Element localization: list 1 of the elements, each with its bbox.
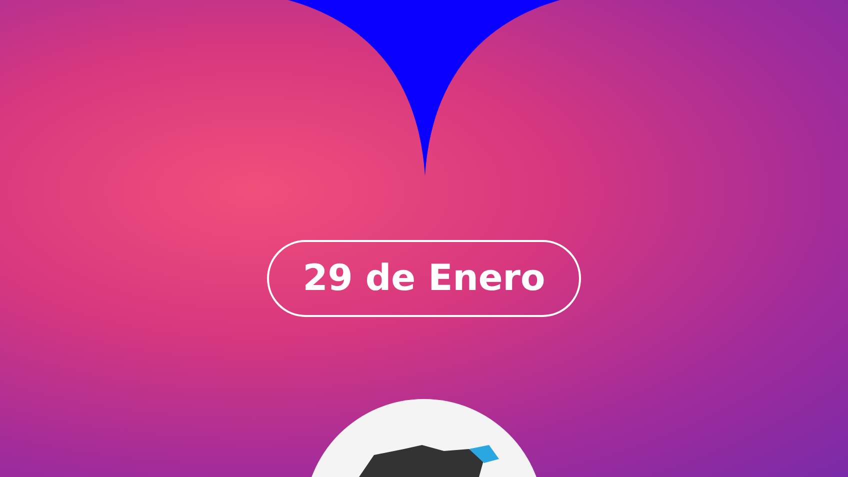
date-badge: 29 de Enero — [266, 240, 582, 317]
